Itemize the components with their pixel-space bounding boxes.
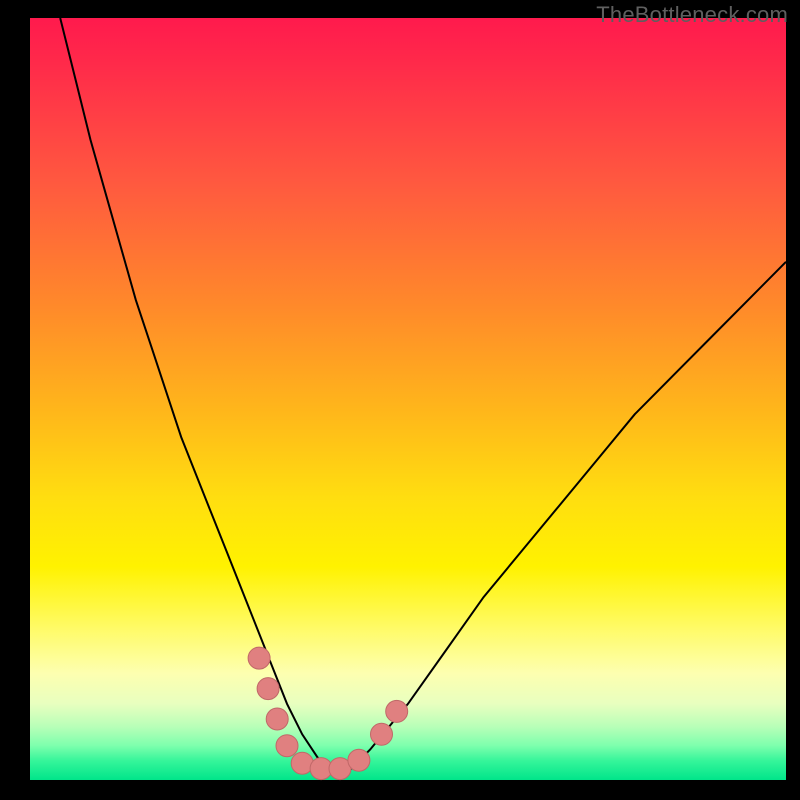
marker-point [266, 708, 288, 730]
marker-point [257, 678, 279, 700]
chart-overlay [0, 0, 800, 800]
marker-point [276, 735, 298, 757]
curve-path [60, 18, 786, 772]
marker-point [371, 723, 393, 745]
marker-point [348, 749, 370, 771]
bottleneck-curve [60, 18, 786, 772]
marker-point [386, 700, 408, 722]
marker-point [248, 647, 270, 669]
